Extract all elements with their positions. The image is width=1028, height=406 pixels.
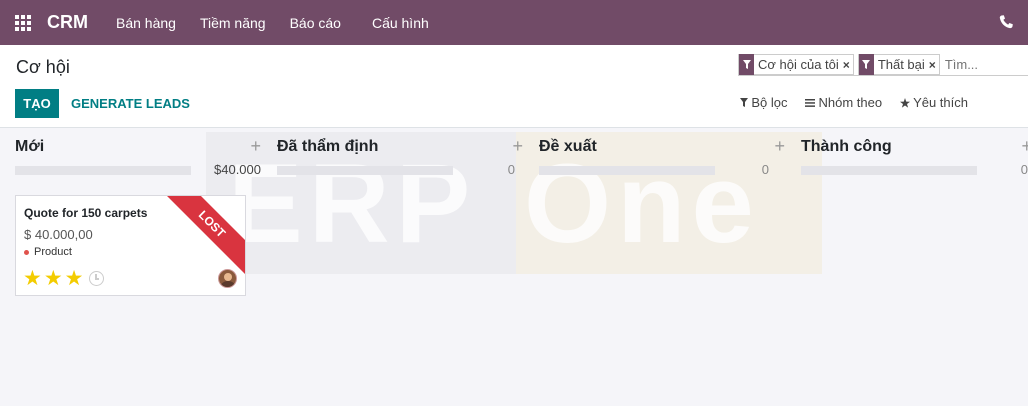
menu-sales[interactable]: Bán hàng: [116, 15, 176, 31]
group-by-button[interactable]: Nhóm theo: [805, 95, 882, 110]
control-panel: Cơ hội TẠO GENERATE LEADS Cơ hội của tôi…: [0, 45, 1028, 128]
apps-menu-icon[interactable]: [0, 0, 46, 45]
column-title: Mới: [15, 138, 45, 155]
app-brand[interactable]: CRM: [47, 12, 88, 33]
column-progress-bar[interactable]: [539, 166, 715, 175]
card-title: Quote for 150 carpets: [24, 206, 148, 220]
column-progress-bar[interactable]: [15, 166, 191, 175]
add-quick-create-icon[interactable]: +: [512, 136, 523, 157]
menu-reporting[interactable]: Báo cáo: [290, 15, 341, 31]
add-quick-create-icon[interactable]: +: [250, 136, 261, 157]
group-by-label: Nhóm theo: [818, 95, 883, 110]
facet-label: Thất bại: [877, 57, 925, 72]
opportunity-card[interactable]: LOST Quote for 150 carpets $ 40.000,00 P…: [15, 195, 246, 296]
page-title: Cơ hội: [16, 57, 70, 77]
column-title: Thành công: [801, 138, 892, 155]
facet-label: Cơ hội của tôi: [758, 57, 839, 72]
generate-leads-button[interactable]: GENERATE LEADS: [71, 89, 190, 118]
filters-button[interactable]: Bộ lọc: [740, 95, 787, 110]
column-total: 0: [761, 162, 769, 177]
search-input[interactable]: [944, 57, 995, 72]
top-navbar: CRM Bán hàng Tiềm năng Báo cáo Cấu hình: [0, 0, 1028, 45]
list-icon: [805, 98, 816, 107]
column-total: 0: [1020, 162, 1028, 177]
menu-configuration[interactable]: Cấu hình: [372, 15, 429, 31]
card-tag: Product: [24, 246, 72, 258]
column-title: Đề xuất: [539, 138, 597, 155]
add-quick-create-icon[interactable]: +: [1021, 136, 1028, 157]
facet-remove-icon[interactable]: ×: [843, 58, 853, 72]
tag-color-dot: [24, 249, 29, 255]
priority-stars: ★ ★ ★: [23, 268, 105, 289]
filter-icon: [740, 98, 749, 107]
card-amount: $ 40.000,00: [24, 227, 93, 242]
star-icon[interactable]: ★: [65, 268, 84, 289]
filter-icon: [739, 54, 754, 75]
column-progress-bar[interactable]: [801, 166, 977, 175]
facet-remove-icon[interactable]: ×: [929, 58, 939, 72]
phone-icon[interactable]: [998, 14, 1014, 30]
menu-leads[interactable]: Tiềm năng: [200, 15, 266, 31]
column-title: Đã thẩm định: [277, 138, 379, 155]
column-progress-bar[interactable]: [277, 166, 453, 175]
search-bar: Cơ hội của tôi × Thất bại ×: [738, 54, 1028, 76]
clock-icon[interactable]: [89, 271, 105, 286]
watermark-text-left: ERP: [228, 141, 477, 266]
lost-ribbon: LOST: [161, 196, 245, 275]
search-facet-my-pipeline: Cơ hội của tôi ×: [738, 54, 854, 75]
search-facet-lost: Thất bại ×: [857, 54, 940, 75]
column-total: 0: [507, 162, 515, 177]
create-button[interactable]: TẠO: [15, 89, 59, 118]
favorites-label: Yêu thích: [913, 95, 968, 110]
favorites-button[interactable]: Yêu thích: [900, 95, 968, 110]
star-icon[interactable]: ★: [44, 268, 63, 289]
kanban-board: ERP One Mới + $40.000 Đã thẩm định + 0 Đ…: [0, 128, 1028, 406]
search-options: Bộ lọc Nhóm theo Yêu thích: [722, 95, 968, 110]
watermark-text-right: One: [524, 141, 760, 266]
column-total: $40.000: [214, 162, 261, 177]
star-icon[interactable]: ★: [23, 268, 42, 289]
star-icon: [900, 97, 911, 108]
filter-icon: [858, 54, 874, 75]
add-quick-create-icon[interactable]: +: [774, 136, 785, 157]
avatar[interactable]: [218, 269, 237, 288]
tag-label: Product: [34, 246, 72, 258]
filters-label: Bộ lọc: [751, 95, 788, 110]
